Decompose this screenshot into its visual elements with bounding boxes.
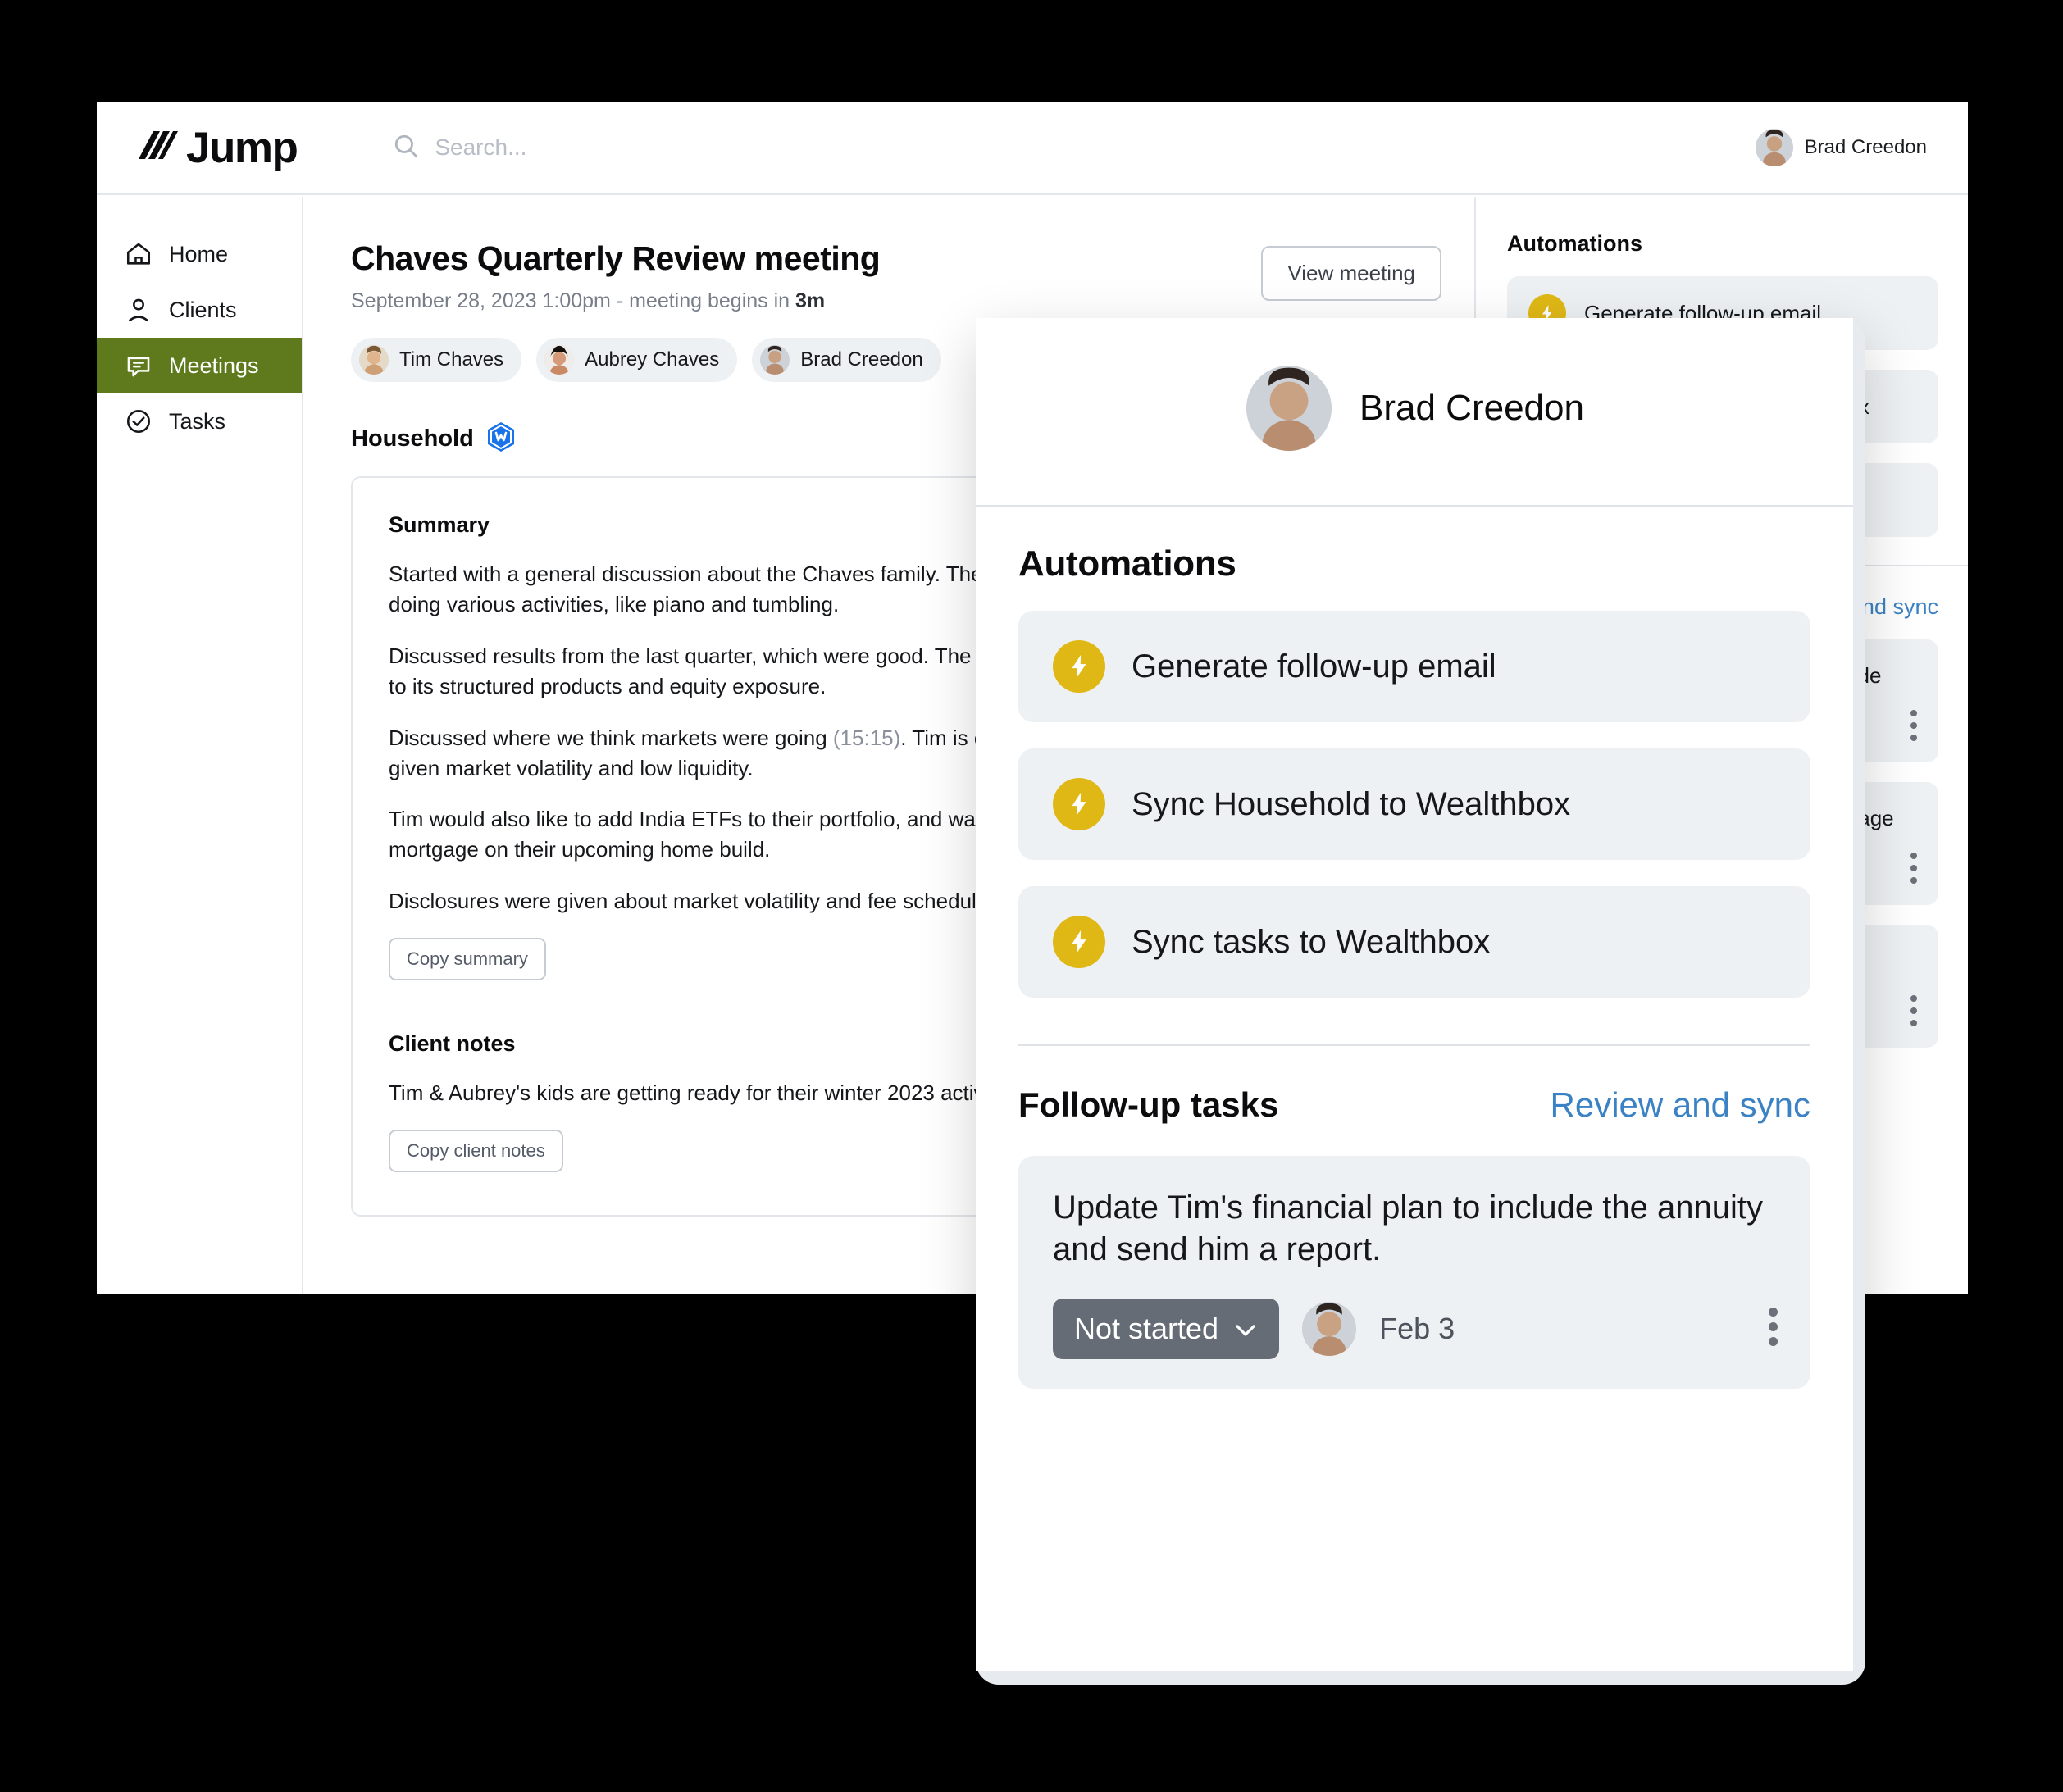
summary-timestamp: (15:15) [832, 725, 901, 750]
sidebar-item-label: Home [169, 241, 229, 266]
bolt-icon [1053, 640, 1105, 693]
avatar [760, 345, 790, 375]
modal-header: Brad Creedon [976, 318, 1853, 505]
meeting-countdown: 3m [795, 289, 826, 312]
avatar [359, 345, 389, 375]
copy-client-notes-button[interactable]: Copy client notes [389, 1130, 563, 1173]
automations-modal: Brad Creedon Automations Generate follow… [976, 318, 1853, 1671]
app-brand-name: Jump [186, 123, 298, 172]
automation-generate-follow-up-email[interactable]: Generate follow-up email [1018, 611, 1810, 722]
automation-label: Sync Household to Wealthbox [1132, 785, 1571, 822]
current-user-name: Brad Creedon [1804, 136, 1927, 158]
household-label: Household [351, 425, 474, 452]
automation-sync-household-to-wealthbox[interactable]: Sync Household to Wealthbox [1018, 748, 1810, 860]
meeting-datetime-text: September 28, 2023 1:00pm - meeting begi… [351, 289, 796, 312]
participant-chip[interactable]: Brad Creedon [752, 338, 941, 382]
review-and-sync-link[interactable]: Review and sync [1551, 1085, 1810, 1125]
sidebar-item-meetings[interactable]: Meetings [97, 338, 302, 393]
chevron-down-icon [1233, 1312, 1258, 1346]
avatar [544, 345, 575, 375]
task-status-label: Not started [1074, 1312, 1219, 1346]
person-icon [125, 296, 153, 324]
bolt-icon [1053, 916, 1105, 968]
check-circle-icon [125, 407, 153, 435]
more-options-icon[interactable] [1910, 995, 1917, 1026]
modal-automations-heading: Automations [1018, 544, 1236, 584]
more-options-icon[interactable] [1910, 853, 1917, 884]
search-icon [392, 132, 420, 164]
task-footer: Not started Feb 3 [1053, 1299, 1776, 1360]
search-box[interactable] [392, 132, 763, 164]
rail-automations-heading: Automations [1507, 231, 1642, 256]
automation-label: Generate follow-up email [1132, 648, 1496, 685]
participant-name: Aubrey Chaves [585, 348, 720, 371]
sidebar-item-label: Tasks [169, 408, 226, 434]
chat-bubble-icon [125, 352, 153, 380]
view-meeting-button[interactable]: View meeting [1261, 246, 1441, 301]
app-logo[interactable]: Jump [134, 123, 298, 172]
sidebar-item-label: Clients [169, 297, 237, 322]
follow-up-task-card[interactable]: Update Tim's financial plan to include t… [1018, 1156, 1810, 1389]
task-text: Update Tim's financial plan to include t… [1053, 1189, 1763, 1268]
bolt-icon [1053, 778, 1105, 830]
wealthbox-hexagon-icon [487, 421, 515, 457]
modal-tasks-heading: Follow-up tasks [1018, 1085, 1279, 1124]
sidebar-item-label: Meetings [169, 352, 259, 378]
modal-automations-section: Automations Generate follow-up email Syn… [976, 507, 1853, 1046]
participant-name: Brad Creedon [800, 348, 923, 371]
avatar [1755, 129, 1793, 166]
current-user-chip[interactable]: Brad Creedon [1755, 129, 1927, 166]
task-assignee-avatar[interactable] [1302, 1302, 1357, 1357]
task-more-options-icon[interactable] [1769, 1308, 1778, 1347]
screenshot-stage: Jump Bra [0, 0, 2063, 1792]
participant-chip[interactable]: Tim Chaves [351, 338, 522, 382]
more-options-icon[interactable] [1910, 710, 1917, 741]
copy-summary-button[interactable]: Copy summary [389, 938, 546, 981]
top-bar: Jump Bra [97, 102, 1968, 195]
participant-chip[interactable]: Aubrey Chaves [536, 338, 738, 382]
modal-tasks-header: Follow-up tasks Review and sync [976, 1046, 1853, 1125]
automation-sync-tasks-to-wealthbox[interactable]: Sync tasks to Wealthbox [1018, 886, 1810, 998]
avatar [1246, 366, 1332, 451]
jump-logo-icon [134, 128, 178, 168]
home-icon [125, 240, 153, 268]
task-status-dropdown[interactable]: Not started [1053, 1299, 1280, 1360]
sidebar-item-home[interactable]: Home [97, 226, 302, 282]
modal-person-name: Brad Creedon [1359, 388, 1584, 428]
search-input[interactable] [435, 134, 763, 161]
sidebar-item-clients[interactable]: Clients [97, 282, 302, 338]
sidebar-item-tasks[interactable]: Tasks [97, 393, 302, 449]
sidebar: Home Clients Meetings Tasks [97, 197, 303, 1294]
task-due-date: Feb 3 [1379, 1312, 1455, 1346]
participant-name: Tim Chaves [399, 348, 504, 371]
automation-label: Sync tasks to Wealthbox [1132, 923, 1491, 960]
